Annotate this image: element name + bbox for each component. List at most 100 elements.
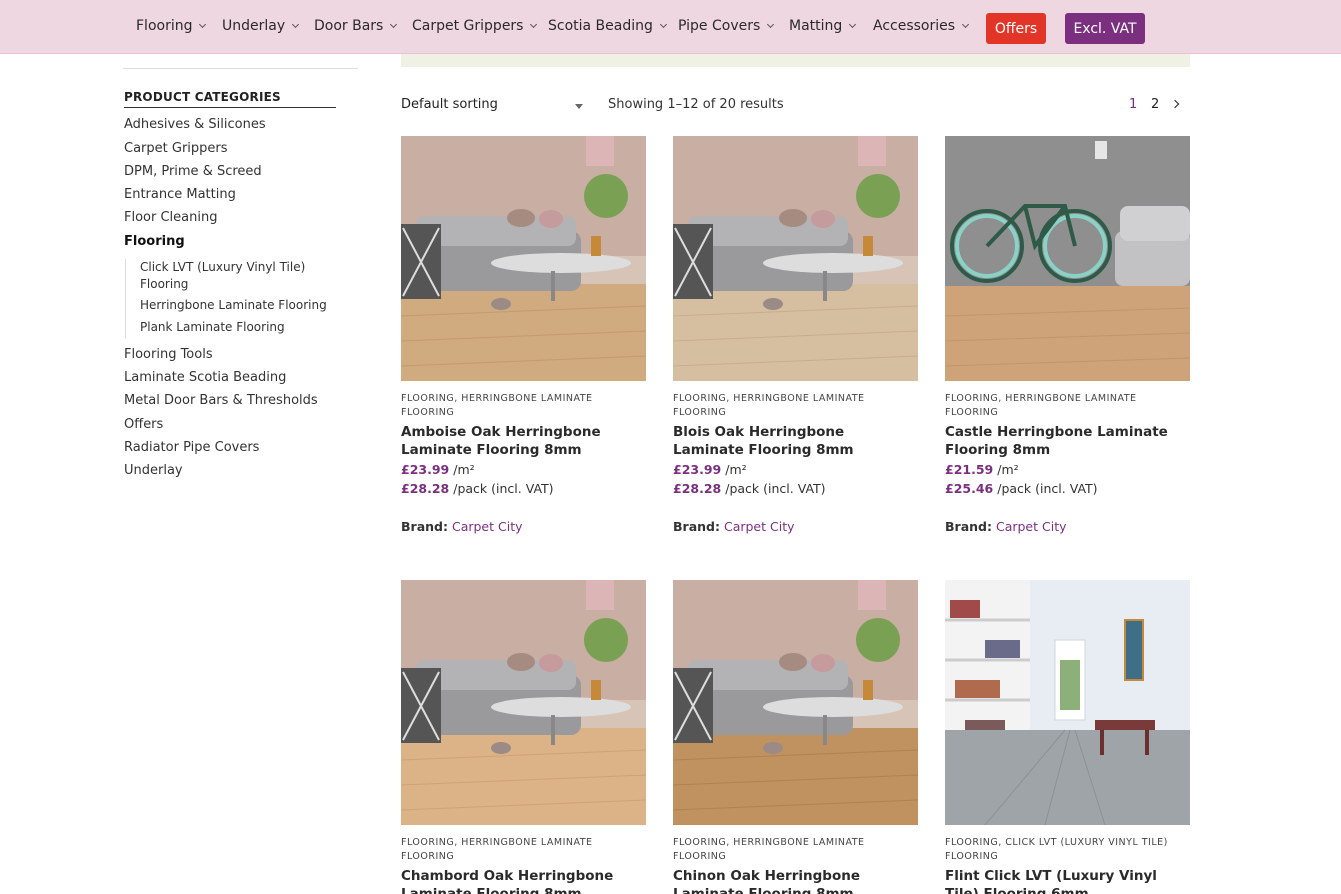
sorting-value: Default sorting bbox=[401, 97, 498, 112]
price-per-m2: £23.99 /m² bbox=[673, 462, 747, 477]
chevron-down-icon bbox=[659, 20, 667, 28]
nav-door-bars[interactable]: Door Bars bbox=[314, 18, 398, 34]
product-title[interactable]: Chinon Oak Herringbone Laminate Flooring… bbox=[673, 867, 918, 894]
result-count: Showing 1–12 of 20 results bbox=[608, 97, 784, 112]
nav-matting[interactable]: Matting bbox=[789, 18, 857, 34]
nav-label: Scotia Beading bbox=[548, 18, 653, 34]
product-categories: FLOORING, CLICK LVT (LUXURY VINYL TILE) … bbox=[945, 837, 1168, 862]
sidebar-divider bbox=[123, 68, 358, 69]
sidebar-item-underlay[interactable]: Underlay bbox=[124, 463, 183, 478]
price-unit: /m² bbox=[725, 462, 747, 477]
price-amount: £25.46 bbox=[945, 481, 994, 496]
pagination-page-2[interactable]: 2 bbox=[1151, 97, 1159, 112]
sidebar-subitem-plank[interactable]: Plank Laminate Flooring bbox=[140, 319, 285, 336]
nav-label: Carpet Grippers bbox=[412, 18, 524, 34]
product-image[interactable] bbox=[401, 580, 646, 825]
category-link[interactable]: FLOORING bbox=[401, 837, 454, 848]
nav-label: Flooring bbox=[136, 18, 193, 34]
chevron-down-icon bbox=[849, 20, 857, 28]
price-per-pack: £28.28 /pack (incl. VAT) bbox=[401, 481, 554, 496]
sidebar-subitem-click-lvt[interactable]: Click LVT (Luxury Vinyl Tile) Flooring bbox=[140, 259, 320, 293]
product-title[interactable]: Blois Oak Herringbone Laminate Flooring … bbox=[673, 423, 918, 459]
notice-banner bbox=[401, 54, 1190, 67]
nav-label: Pipe Covers bbox=[678, 18, 761, 34]
price-amount: £28.28 bbox=[673, 481, 722, 496]
product-title[interactable]: Chambord Oak Herringbone Laminate Floori… bbox=[401, 867, 646, 894]
chevron-down-icon bbox=[962, 20, 970, 28]
product-categories: FLOORING, HERRINGBONE LAMINATE FLOORING bbox=[673, 837, 865, 862]
price-unit: /pack (incl. VAT) bbox=[997, 481, 1098, 496]
product-title[interactable]: Flint Click LVT (Luxury Vinyl Tile) Floo… bbox=[945, 867, 1190, 894]
price-unit: /pack (incl. VAT) bbox=[725, 481, 826, 496]
chevron-down-icon bbox=[199, 20, 207, 28]
sidebar-item-floor-cleaning[interactable]: Floor Cleaning bbox=[124, 210, 217, 225]
sidebar-item-flooring[interactable]: Flooring bbox=[124, 234, 185, 249]
brand-link[interactable]: Carpet City bbox=[724, 519, 795, 534]
price-per-pack: £25.46 /pack (incl. VAT) bbox=[945, 481, 1098, 496]
chevron-down-icon bbox=[530, 20, 538, 28]
product-categories: FLOORING, HERRINGBONE LAMINATE FLOORING bbox=[401, 393, 593, 418]
price-amount: £21.59 bbox=[945, 462, 994, 477]
nav-scotia-beading[interactable]: Scotia Beading bbox=[548, 18, 667, 34]
nav-label: Matting bbox=[789, 18, 843, 34]
price-unit: /m² bbox=[997, 462, 1019, 477]
product-image[interactable] bbox=[673, 136, 918, 381]
offers-button[interactable]: Offers bbox=[986, 13, 1046, 44]
brand-label: Brand: bbox=[945, 519, 992, 534]
brand-label: Brand: bbox=[401, 519, 448, 534]
product-categories-heading: PRODUCT CATEGORIES bbox=[124, 90, 336, 108]
sidebar-item-offers[interactable]: Offers bbox=[124, 417, 163, 432]
vat-toggle-button[interactable]: Excl. VAT bbox=[1065, 13, 1145, 44]
brand-link[interactable]: Carpet City bbox=[996, 519, 1067, 534]
product-title[interactable]: Castle Herringbone Laminate Flooring 8mm bbox=[945, 423, 1190, 459]
product-brand: Brand: Carpet City bbox=[673, 519, 795, 534]
sidebar-item-adhesives[interactable]: Adhesives & Silicones bbox=[124, 117, 266, 132]
nav-accessories[interactable]: Accessories bbox=[873, 18, 970, 34]
price-amount: £28.28 bbox=[401, 481, 450, 496]
product-brand: Brand: Carpet City bbox=[401, 519, 523, 534]
category-link[interactable]: FLOORING bbox=[401, 393, 454, 404]
category-link[interactable]: FLOORING bbox=[673, 393, 726, 404]
sidebar-item-entrance-matting[interactable]: Entrance Matting bbox=[124, 187, 236, 202]
category-link[interactable]: FLOORING bbox=[945, 393, 998, 404]
chevron-down-icon bbox=[292, 20, 300, 28]
chevron-right-icon[interactable] bbox=[1170, 99, 1180, 109]
product-image[interactable] bbox=[401, 136, 646, 381]
sidebar-item-flooring-tools[interactable]: Flooring Tools bbox=[124, 347, 213, 362]
sorting-select[interactable]: Default sorting bbox=[401, 97, 586, 115]
nav-pipe-covers[interactable]: Pipe Covers bbox=[678, 18, 775, 34]
sidebar-subitem-herringbone[interactable]: Herringbone Laminate Flooring bbox=[140, 297, 327, 314]
brand-label: Brand: bbox=[673, 519, 720, 534]
product-categories: FLOORING, HERRINGBONE LAMINATE FLOORING bbox=[401, 837, 593, 862]
product-image[interactable] bbox=[945, 136, 1190, 381]
caret-down-icon bbox=[575, 104, 583, 109]
sidebar-item-scotia-beading[interactable]: Laminate Scotia Beading bbox=[124, 370, 286, 385]
nav-label: Accessories bbox=[873, 18, 956, 34]
product-categories: FLOORING, HERRINGBONE LAMINATE FLOORING bbox=[673, 393, 865, 418]
category-link[interactable]: FLOORING bbox=[945, 837, 998, 848]
main-navigation: Flooring Underlay Door Bars Carpet Gripp… bbox=[0, 0, 1341, 54]
sidebar-item-door-bars[interactable]: Metal Door Bars & Thresholds bbox=[124, 393, 318, 408]
product-categories: FLOORING, HERRINGBONE LAMINATE FLOORING bbox=[945, 393, 1137, 418]
sidebar-item-carpet-grippers[interactable]: Carpet Grippers bbox=[124, 141, 228, 156]
chevron-down-icon bbox=[767, 20, 775, 28]
product-title[interactable]: Amboise Oak Herringbone Laminate Floorin… bbox=[401, 423, 646, 459]
price-per-pack: £28.28 /pack (incl. VAT) bbox=[673, 481, 826, 496]
price-per-m2: £21.59 /m² bbox=[945, 462, 1019, 477]
brand-link[interactable]: Carpet City bbox=[452, 519, 523, 534]
product-image[interactable] bbox=[945, 580, 1190, 825]
chevron-down-icon bbox=[390, 20, 398, 28]
price-per-m2: £23.99 /m² bbox=[401, 462, 475, 477]
product-brand: Brand: Carpet City bbox=[945, 519, 1067, 534]
nav-carpet-grippers[interactable]: Carpet Grippers bbox=[412, 18, 538, 34]
flooring-subcategories: Click LVT (Luxury Vinyl Tile) Flooring H… bbox=[125, 259, 335, 339]
nav-underlay[interactable]: Underlay bbox=[222, 18, 300, 34]
price-amount: £23.99 bbox=[401, 462, 450, 477]
nav-flooring[interactable]: Flooring bbox=[136, 18, 207, 34]
nav-label: Door Bars bbox=[314, 18, 384, 34]
category-link[interactable]: FLOORING bbox=[673, 837, 726, 848]
product-image[interactable] bbox=[673, 580, 918, 825]
price-amount: £23.99 bbox=[673, 462, 722, 477]
sidebar-item-pipe-covers[interactable]: Radiator Pipe Covers bbox=[124, 440, 259, 455]
sidebar-item-dpm[interactable]: DPM, Prime & Screed bbox=[124, 164, 262, 179]
